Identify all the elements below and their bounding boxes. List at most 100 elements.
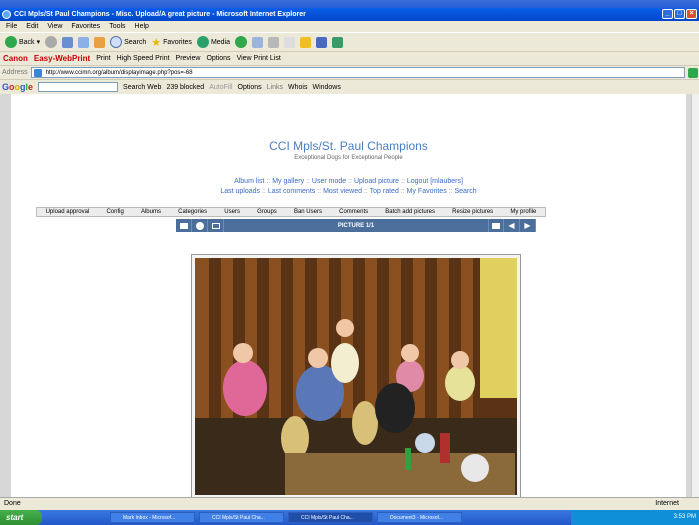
- edit-icon[interactable]: [284, 36, 296, 48]
- menu-edit[interactable]: Edit: [26, 21, 38, 32]
- menu-favorites[interactable]: Favorites: [71, 21, 100, 32]
- slideshow-button[interactable]: [208, 219, 224, 232]
- easy-webprint-menu[interactable]: Easy-WebPrint: [34, 54, 90, 63]
- task-word[interactable]: Document3 - Microsof...: [377, 512, 462, 523]
- favorites-button[interactable]: ★ Favorites: [151, 36, 192, 49]
- task-ie-1[interactable]: CCI Mpls/St Paul Cha...: [199, 512, 284, 523]
- menu-view[interactable]: View: [47, 21, 62, 32]
- picture-counter: PICTURE 1/1: [337, 222, 375, 229]
- print-icon[interactable]: [268, 36, 280, 48]
- envelope-icon: [492, 222, 500, 229]
- site-title: CCI Mpls/St. Paul Champions: [269, 139, 428, 153]
- go-button[interactable]: [687, 67, 698, 78]
- refresh-icon[interactable]: [78, 36, 90, 48]
- picture-navbar: PICTURE 1/1 ◀ ▶: [176, 219, 536, 232]
- nav-search[interactable]: Search: [455, 188, 477, 195]
- media-button[interactable]: Media: [196, 36, 230, 48]
- google-logo[interactable]: Google: [2, 82, 33, 92]
- preview-button[interactable]: Preview: [176, 55, 201, 62]
- admin-albums[interactable]: Albums: [141, 209, 161, 215]
- high-speed-print-button[interactable]: High Speed Print: [117, 55, 170, 62]
- ie-logo-icon: [2, 10, 11, 19]
- admin-batch-add[interactable]: Batch add pictures: [385, 209, 435, 215]
- admin-categories[interactable]: Categories: [178, 209, 207, 215]
- print-button[interactable]: Print: [96, 55, 110, 62]
- nav-most-viewed[interactable]: Most viewed: [323, 188, 362, 195]
- menu-help[interactable]: Help: [135, 21, 149, 32]
- options-button[interactable]: Options: [206, 55, 230, 62]
- window-title: CCI Mpls/St Paul Champions - Misc. Uploa…: [14, 11, 306, 18]
- forward-button[interactable]: [45, 36, 58, 48]
- task-ie-2[interactable]: CCI Mpls/St Paul Cha...: [288, 512, 373, 523]
- slideshow-icon: [211, 222, 220, 229]
- admin-config[interactable]: Config: [106, 209, 123, 215]
- history-icon[interactable]: [235, 36, 248, 48]
- prev-arrow-icon: ◀: [508, 221, 515, 230]
- admin-groups[interactable]: Groups: [257, 209, 277, 215]
- view-print-list-button[interactable]: View Print List: [237, 55, 281, 62]
- nav-user-mode[interactable]: User mode: [312, 178, 346, 185]
- canon-toolbar: Canon Easy-WebPrint Print High Speed Pri…: [0, 51, 699, 65]
- nav-top-rated[interactable]: Top rated: [370, 188, 399, 195]
- vertical-scrollbar[interactable]: [691, 94, 699, 497]
- admin-ban-users[interactable]: Ban Users: [294, 209, 322, 215]
- start-button[interactable]: start: [0, 510, 42, 525]
- page-icon: [33, 69, 42, 77]
- info-button[interactable]: [192, 219, 208, 232]
- back-arrow-icon: [5, 36, 17, 48]
- status-text: Done: [4, 500, 21, 507]
- admin-comments[interactable]: Comments: [339, 209, 368, 215]
- messenger-icon[interactable]: [316, 36, 328, 48]
- search-button[interactable]: Search: [110, 36, 146, 48]
- nav-upload-picture[interactable]: Upload picture: [354, 178, 399, 185]
- menu-file[interactable]: File: [6, 21, 17, 32]
- whois-link[interactable]: Whois: [288, 84, 307, 91]
- autofill-button[interactable]: AutoFill: [209, 84, 232, 91]
- google-options-button[interactable]: Options: [238, 84, 262, 91]
- nav-my-gallery[interactable]: My gallery: [272, 178, 304, 185]
- admin-upload-approval[interactable]: Upload approval: [46, 209, 90, 215]
- zone-text: Internet: [655, 500, 679, 507]
- menu-bar: File Edit View Favorites Tools Help: [0, 21, 699, 32]
- admin-resize-pictures[interactable]: Resize pictures: [452, 209, 493, 215]
- folder-icon[interactable]: [300, 36, 312, 48]
- maximize-button[interactable]: □: [674, 9, 685, 19]
- minimize-button[interactable]: _: [662, 9, 673, 19]
- windows-link[interactable]: Windows: [312, 84, 340, 91]
- web-page: CCI Mpls/St. Paul Champions Exceptional …: [11, 94, 686, 497]
- thumbnails-button[interactable]: [176, 219, 192, 232]
- top-taskbar-strip: [0, 0, 699, 8]
- nav-last-comments[interactable]: Last comments: [268, 188, 315, 195]
- task-outlook[interactable]: Mark Inbox - Microsof...: [110, 512, 195, 523]
- admin-menu: Upload approval Config Albums Categories…: [36, 207, 546, 217]
- clock[interactable]: 3:53 PM: [674, 514, 696, 520]
- home-icon[interactable]: [94, 36, 106, 48]
- address-bar: Address http://www.ccimn.org/album/displ…: [0, 65, 699, 79]
- canon-logo: Canon: [3, 54, 28, 63]
- ecard-button[interactable]: [488, 219, 504, 232]
- nav-album-list[interactable]: Album list: [234, 178, 264, 185]
- nav-my-favorites[interactable]: My Favorites: [407, 188, 447, 195]
- menu-tools[interactable]: Tools: [109, 21, 125, 32]
- research-icon[interactable]: [332, 36, 344, 48]
- google-search-input[interactable]: [38, 82, 119, 92]
- back-button[interactable]: Back ▾: [5, 36, 40, 48]
- address-url: http://www.ccimn.org/album/displayimage.…: [45, 70, 193, 76]
- photo-frame: [191, 254, 521, 497]
- nav-logout[interactable]: Logout [mlaubers]: [407, 178, 463, 185]
- gallery-photo[interactable]: [195, 258, 517, 495]
- nav-last-uploads[interactable]: Last uploads: [220, 188, 260, 195]
- info-icon: [195, 221, 204, 230]
- mail-icon[interactable]: [252, 36, 264, 48]
- next-button[interactable]: ▶: [520, 219, 536, 232]
- popups-blocked-button[interactable]: 239 blocked: [166, 84, 204, 91]
- system-tray: 3:53 PM: [571, 510, 699, 525]
- close-button[interactable]: ×: [686, 9, 697, 19]
- group-photo-image: [195, 258, 517, 495]
- stop-icon[interactable]: [62, 36, 74, 48]
- admin-my-profile[interactable]: My profile: [510, 209, 536, 215]
- search-web-button[interactable]: Search Web: [123, 84, 161, 91]
- address-input[interactable]: http://www.ccimn.org/album/displayimage.…: [30, 67, 685, 78]
- admin-users[interactable]: Users: [224, 209, 240, 215]
- previous-button[interactable]: ◀: [504, 219, 520, 232]
